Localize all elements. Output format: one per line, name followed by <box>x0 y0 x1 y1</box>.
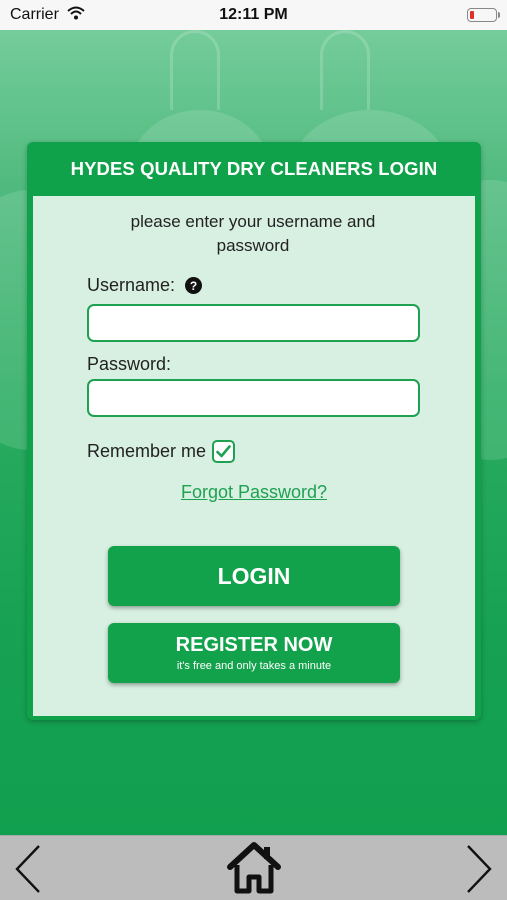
back-button[interactable] <box>10 844 46 894</box>
login-card: HYDES QUALITY DRY CLEANERS LOGIN please … <box>27 142 481 720</box>
password-label: Password: <box>87 354 172 374</box>
status-bar: Carrier 12:11 PM <box>0 0 507 30</box>
chevron-right-icon <box>467 845 492 893</box>
wifi-icon <box>67 6 85 25</box>
login-title: HYDES QUALITY DRY CLEANERS LOGIN <box>70 158 438 179</box>
checkmark-icon <box>216 445 231 458</box>
login-button[interactable]: LOGIN <box>108 546 400 606</box>
login-form: please enter your username and password … <box>33 196 475 716</box>
forward-button[interactable] <box>461 844 497 894</box>
home-icon <box>227 842 281 894</box>
bottom-nav-bar <box>0 835 507 900</box>
carrier-label: Carrier <box>10 6 59 23</box>
login-instructions: please enter your username and password <box>130 212 376 255</box>
password-input[interactable] <box>87 379 420 417</box>
register-button[interactable]: REGISTER NOW it's free and only takes a … <box>108 623 400 683</box>
register-button-subtext: it's free and only takes a minute <box>176 660 332 672</box>
username-label: Username: <box>87 275 176 295</box>
remember-me-label: Remember me <box>87 441 207 461</box>
battery-icon <box>467 8 500 22</box>
username-input[interactable] <box>87 304 420 342</box>
username-label-row: Username: ? <box>87 275 203 296</box>
remember-me-checkbox[interactable] <box>212 440 236 463</box>
home-button[interactable] <box>224 840 284 896</box>
remember-me-row: Remember me <box>87 440 236 463</box>
forgot-password-link[interactable]: Forgot Password? <box>33 482 475 503</box>
login-button-label: LOGIN <box>217 562 291 589</box>
chevron-left-icon <box>15 845 40 893</box>
register-button-label: REGISTER NOW <box>175 634 333 656</box>
password-label-row: Password: <box>87 354 171 375</box>
help-icon[interactable]: ? <box>185 277 203 294</box>
